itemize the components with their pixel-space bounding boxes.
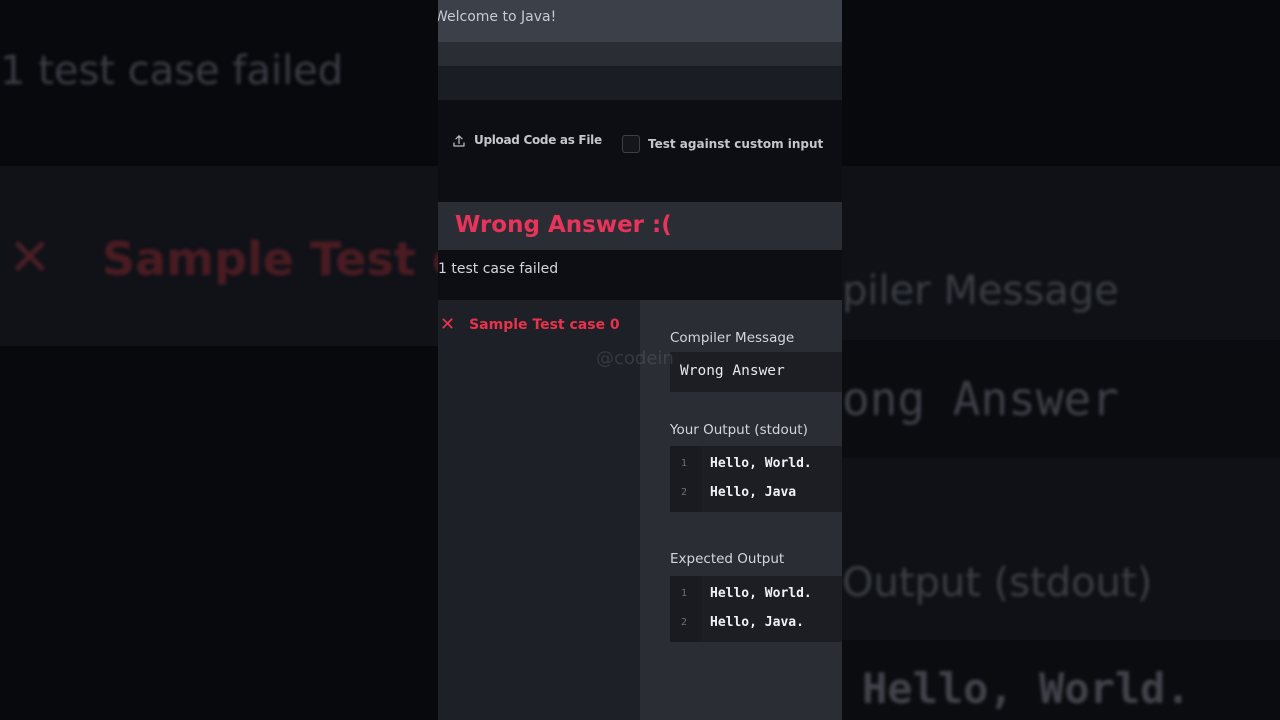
- code-editor-area[interactable]: [438, 66, 842, 100]
- background-output-heading: Output (stdout): [842, 560, 1153, 606]
- compiler-message-label: Compiler Message: [670, 330, 795, 346]
- custom-input-toggle[interactable]: Test against custom input: [622, 135, 823, 153]
- output-lines: Hello, World. Hello, Java.: [702, 576, 842, 642]
- close-icon: ✕: [440, 314, 456, 335]
- code-challenge-screen: Welcome to Java! Upload Code as File Tes…: [438, 0, 842, 720]
- background-band-left: [0, 166, 438, 346]
- line-number: 1: [681, 588, 688, 599]
- result-header: Wrong Answer :(: [438, 202, 842, 250]
- line-number-gutter: 1 2: [670, 576, 702, 642]
- line-number: 2: [681, 487, 688, 498]
- output-lines: Hello, World. Hello, Java: [702, 446, 842, 512]
- editor-toolbar-strip: [438, 42, 842, 66]
- upload-code-button[interactable]: Upload Code as File: [452, 133, 602, 147]
- output-line: Hello, Java.: [710, 615, 804, 630]
- result-summary: 1 test case failed: [438, 261, 559, 277]
- background-test-case-label: Sample Test c: [102, 232, 460, 286]
- upload-code-label: Upload Code as File: [474, 133, 602, 147]
- compiler-message-box: Wrong Answer: [670, 352, 842, 392]
- background-compiler-message: ong Answer: [842, 372, 1119, 426]
- background-message-box: [842, 340, 1280, 458]
- result-title: Wrong Answer :(: [455, 212, 672, 238]
- compiler-message-text: Wrong Answer: [680, 363, 785, 379]
- expected-output-box: 1 2 Hello, World. Hello, Java.: [670, 576, 842, 642]
- test-case-item[interactable]: ✕ Sample Test case 0: [438, 316, 620, 334]
- watermark: @codein: [596, 348, 674, 369]
- upload-icon: [452, 133, 466, 147]
- background-output-line: Hello, World.: [862, 664, 1191, 713]
- background-test-summary: 1 test case failed: [0, 48, 344, 94]
- line-number: 2: [681, 617, 688, 628]
- test-case-label: Sample Test case 0: [469, 317, 620, 333]
- line-number: 1: [681, 458, 688, 469]
- custom-input-label: Test against custom input: [648, 137, 824, 151]
- background-compiler-heading: piler Message: [842, 268, 1119, 314]
- expected-output-label: Expected Output: [670, 551, 785, 567]
- editor-title: Welcome to Java!: [438, 9, 557, 25]
- background-close-icon: ✕: [8, 228, 52, 288]
- line-number-gutter: 1 2: [670, 446, 702, 512]
- your-output-box: 1 2 Hello, World. Hello, Java: [670, 446, 842, 512]
- output-line: Hello, World.: [710, 586, 812, 601]
- background-output-box: [842, 640, 1280, 720]
- editor-title-bar: Welcome to Java!: [438, 0, 842, 42]
- background-band-right: [842, 166, 1280, 720]
- custom-input-checkbox[interactable]: [622, 135, 640, 153]
- output-line: Hello, Java: [710, 485, 797, 500]
- your-output-label: Your Output (stdout): [670, 422, 808, 438]
- output-line: Hello, World.: [710, 456, 812, 471]
